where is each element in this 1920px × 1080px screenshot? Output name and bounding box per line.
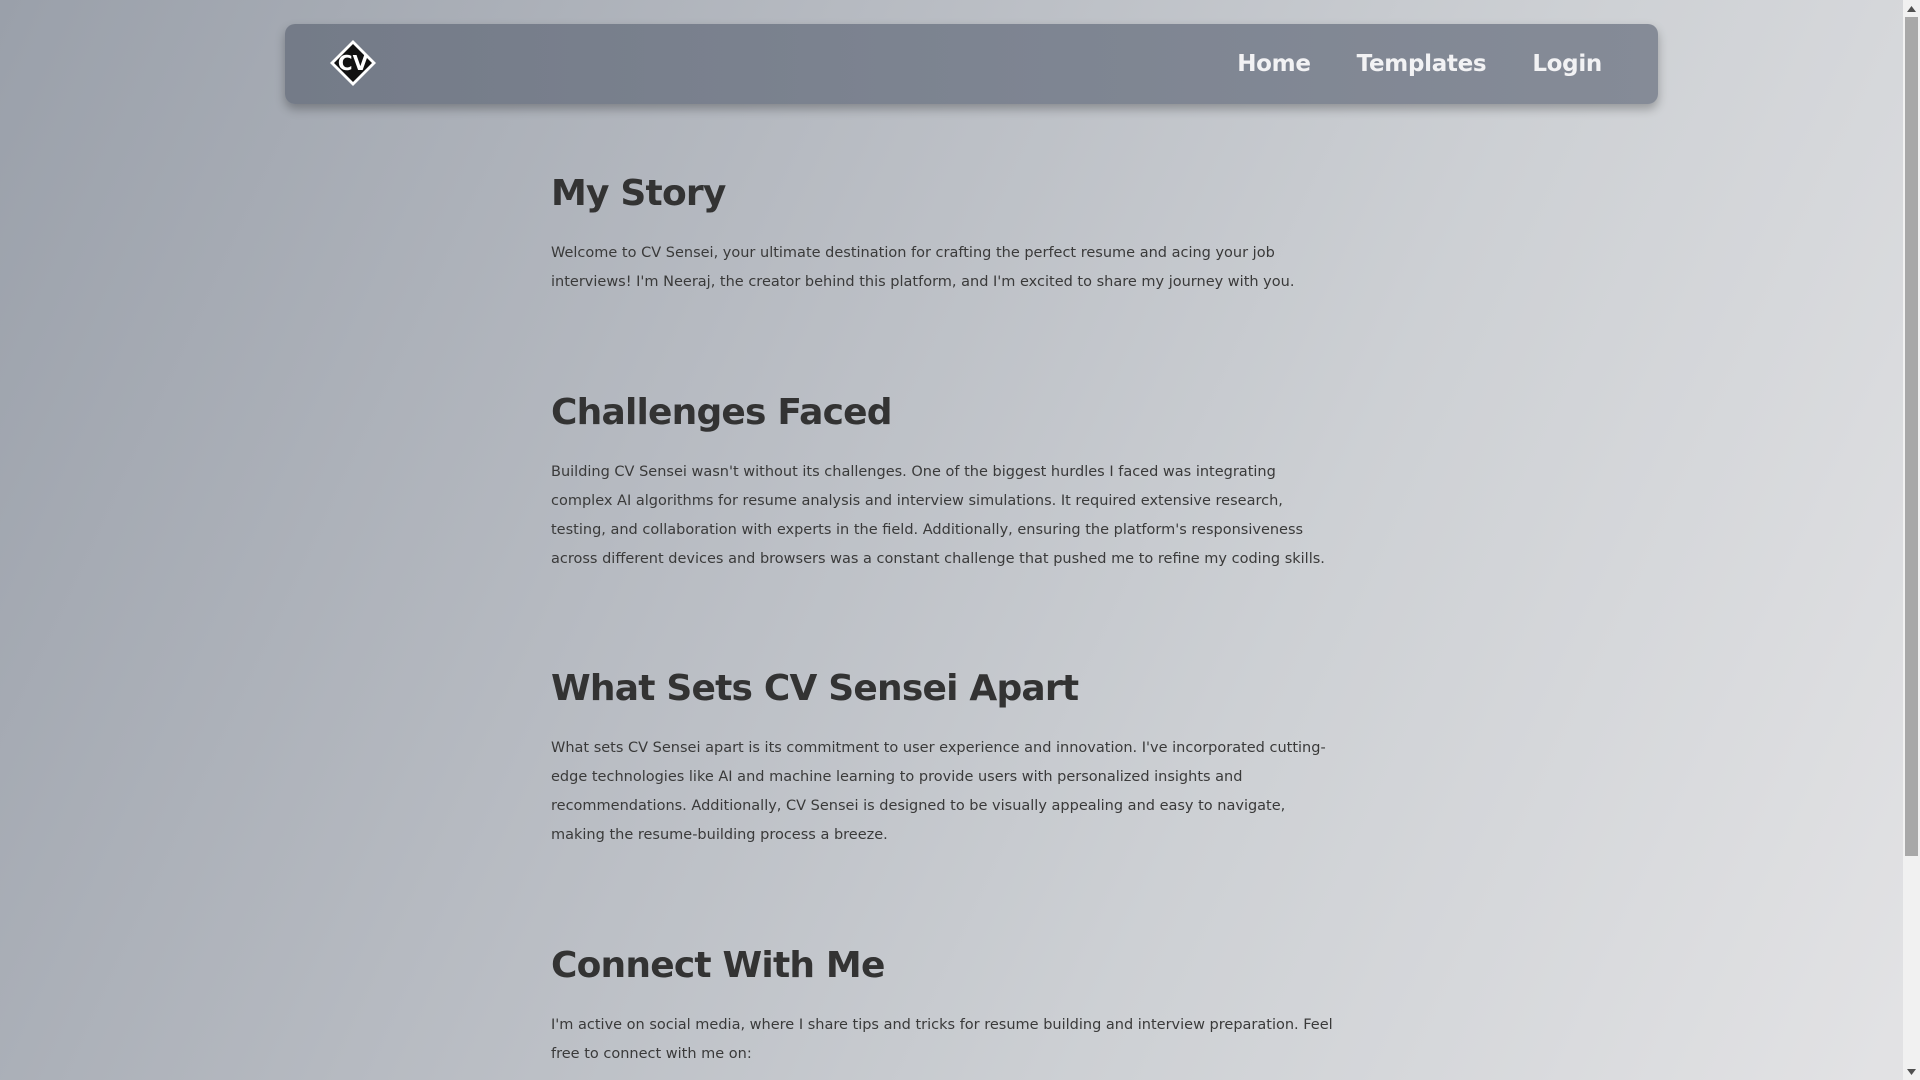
section-title: My Story: [551, 173, 726, 214]
scrollbar-thumb[interactable]: [1905, 17, 1918, 856]
section-title: Challenges Faced: [551, 392, 893, 433]
section-title: What Sets CV Sensei Apart: [551, 668, 1079, 709]
section-text: Welcome to CV Sensei, your ultimate dest…: [551, 245, 1295, 290]
section-challenges-faced: Challenges Faced Building CV Sensei wasn…: [551, 384, 1341, 574]
nav-link-home[interactable]: Home: [1237, 51, 1311, 77]
navbar: CV Home Templates Login: [285, 24, 1658, 104]
section-title: Connect With Me: [551, 945, 885, 986]
section-what-sets-apart: What Sets CV Sensei Apart What sets CV S…: [551, 660, 1341, 850]
section-text: What sets CV Sensei apart is its commitm…: [551, 740, 1326, 843]
cv-logo-icon[interactable]: CV: [328, 38, 378, 88]
cv-diamond-logo-icon: CV: [330, 40, 376, 86]
nav-links: Home Templates Login: [1237, 24, 1602, 104]
section-connect-with-me: Connect With Me I'm active on social med…: [551, 937, 1341, 1069]
chevron-up-icon[interactable]: [1903, 0, 1920, 17]
nav-link-templates[interactable]: Templates: [1357, 51, 1487, 77]
section-text: I'm active on social media, where I shar…: [551, 1017, 1333, 1062]
section-text: Building CV Sensei wasn't without its ch…: [551, 464, 1325, 567]
page-scrollbar[interactable]: [1903, 0, 1920, 1080]
section-my-story: My Story Welcome to CV Sensei, your ulti…: [551, 165, 1341, 297]
logo-text: CV: [338, 51, 369, 75]
chevron-down-icon[interactable]: [1903, 1063, 1920, 1080]
nav-link-login[interactable]: Login: [1532, 51, 1602, 77]
